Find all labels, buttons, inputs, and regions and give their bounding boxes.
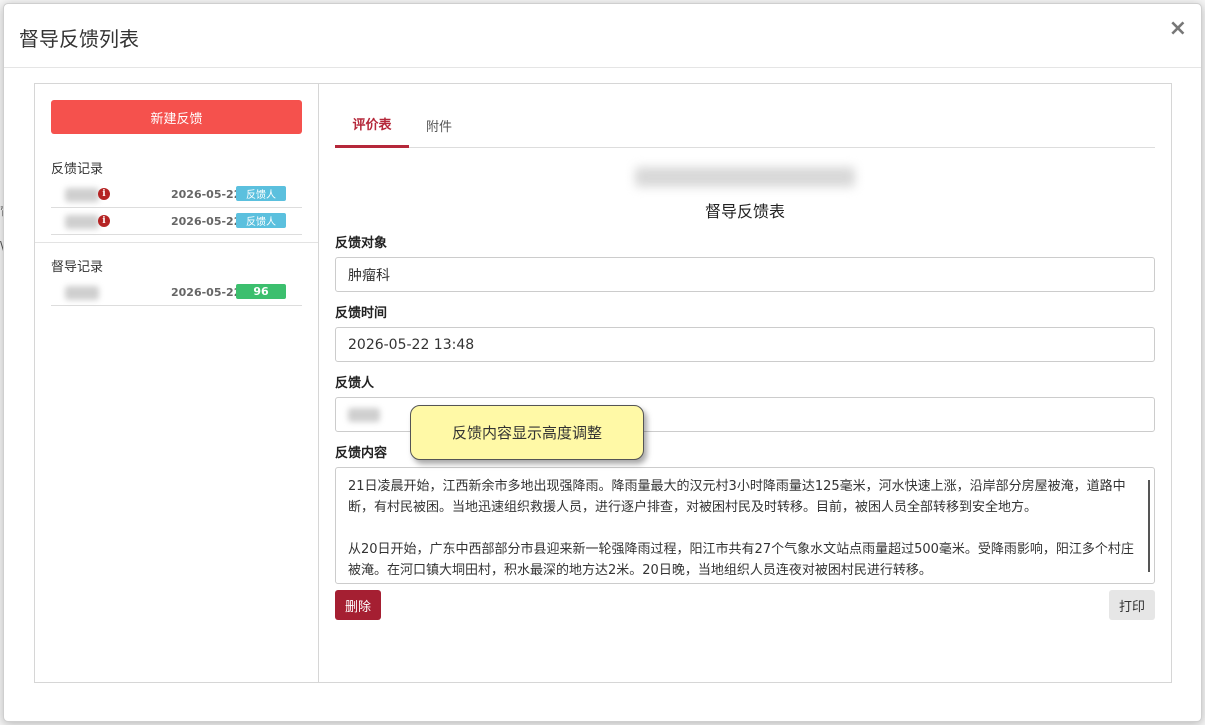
- redacted-person-value: [348, 407, 380, 422]
- time-field[interactable]: 2026-05-22 13:48: [335, 327, 1155, 362]
- content-paragraph: 21日凌晨开始，江西新余市多地出现强降雨。降雨量最大的汉元村3小时降雨量达125…: [348, 479, 1126, 515]
- content-textarea[interactable]: 21日凌晨开始，江西新余市多地出现强降雨。降雨量最大的汉元村3小时降雨量达125…: [335, 467, 1155, 584]
- redacted-name: [65, 188, 99, 202]
- print-button[interactable]: 打印: [1109, 590, 1155, 620]
- modal-header: 督导反馈列表 ×: [4, 4, 1201, 68]
- annotation-tooltip: 反馈内容显示高度调整: [410, 405, 644, 460]
- content-label: 反馈内容: [335, 446, 388, 461]
- time-label: 反馈时间: [335, 306, 388, 321]
- record-date: 2026-05-22: [171, 188, 242, 201]
- feedback-person-badge: 反馈人: [236, 186, 286, 201]
- close-icon[interactable]: ×: [1169, 18, 1187, 40]
- tab-attachments[interactable]: 附件: [409, 102, 469, 148]
- info-icon[interactable]: i: [98, 215, 110, 227]
- target-label: 反馈对象: [335, 236, 388, 251]
- score-badge: 96: [236, 284, 286, 299]
- supervision-records-title: 督导记录: [51, 260, 104, 275]
- record-date: 2026-05-22: [171, 286, 242, 299]
- content-paragraph: 从20日开始，广东中西部部分市县迎来新一轮强降雨过程，阳江市共有27个气象水文站…: [348, 542, 1134, 578]
- target-value: 肿瘤科: [348, 267, 390, 284]
- content-panel: 新建反馈 反馈记录 i 2026-05-22 反馈人 i 2026-05-22 …: [34, 83, 1172, 683]
- person-label: 反馈人: [335, 376, 375, 391]
- redacted-subtitle: [635, 167, 855, 187]
- new-feedback-button[interactable]: 新建反馈: [51, 100, 302, 134]
- delete-button[interactable]: 删除: [335, 590, 381, 620]
- redacted-name: [65, 286, 99, 300]
- modal-title: 督导反馈列表: [19, 27, 139, 51]
- feedback-record-row[interactable]: i 2026-05-22 反馈人: [51, 209, 302, 235]
- tab-bar: 评价表 附件: [335, 102, 1155, 148]
- textarea-scrollbar[interactable]: [1148, 480, 1150, 572]
- redacted-name: [65, 215, 99, 229]
- feedback-person-badge: 反馈人: [236, 213, 286, 228]
- sidebar: 新建反馈 反馈记录 i 2026-05-22 反馈人 i 2026-05-22 …: [35, 84, 319, 682]
- time-value: 2026-05-22 13:48: [348, 336, 475, 353]
- feedback-list-modal: 督导反馈列表 × 新建反馈 反馈记录 i 2026-05-22 反馈人 i 20…: [3, 3, 1202, 722]
- main-form-area: 评价表 附件 督导反馈表 反馈对象 肿瘤科 反馈时间 2026-05-22 13…: [335, 84, 1155, 682]
- record-date: 2026-05-22: [171, 215, 242, 228]
- info-icon[interactable]: i: [98, 188, 110, 200]
- feedback-records-title: 反馈记录: [51, 162, 104, 177]
- tab-evaluation[interactable]: 评价表: [335, 102, 409, 148]
- supervision-record-row[interactable]: 2026-05-22 96: [51, 280, 302, 306]
- feedback-record-row[interactable]: i 2026-05-22 反馈人: [51, 182, 302, 208]
- form-title: 督导反馈表: [704, 202, 785, 221]
- target-field[interactable]: 肿瘤科: [335, 257, 1155, 292]
- sidebar-divider: [35, 242, 318, 243]
